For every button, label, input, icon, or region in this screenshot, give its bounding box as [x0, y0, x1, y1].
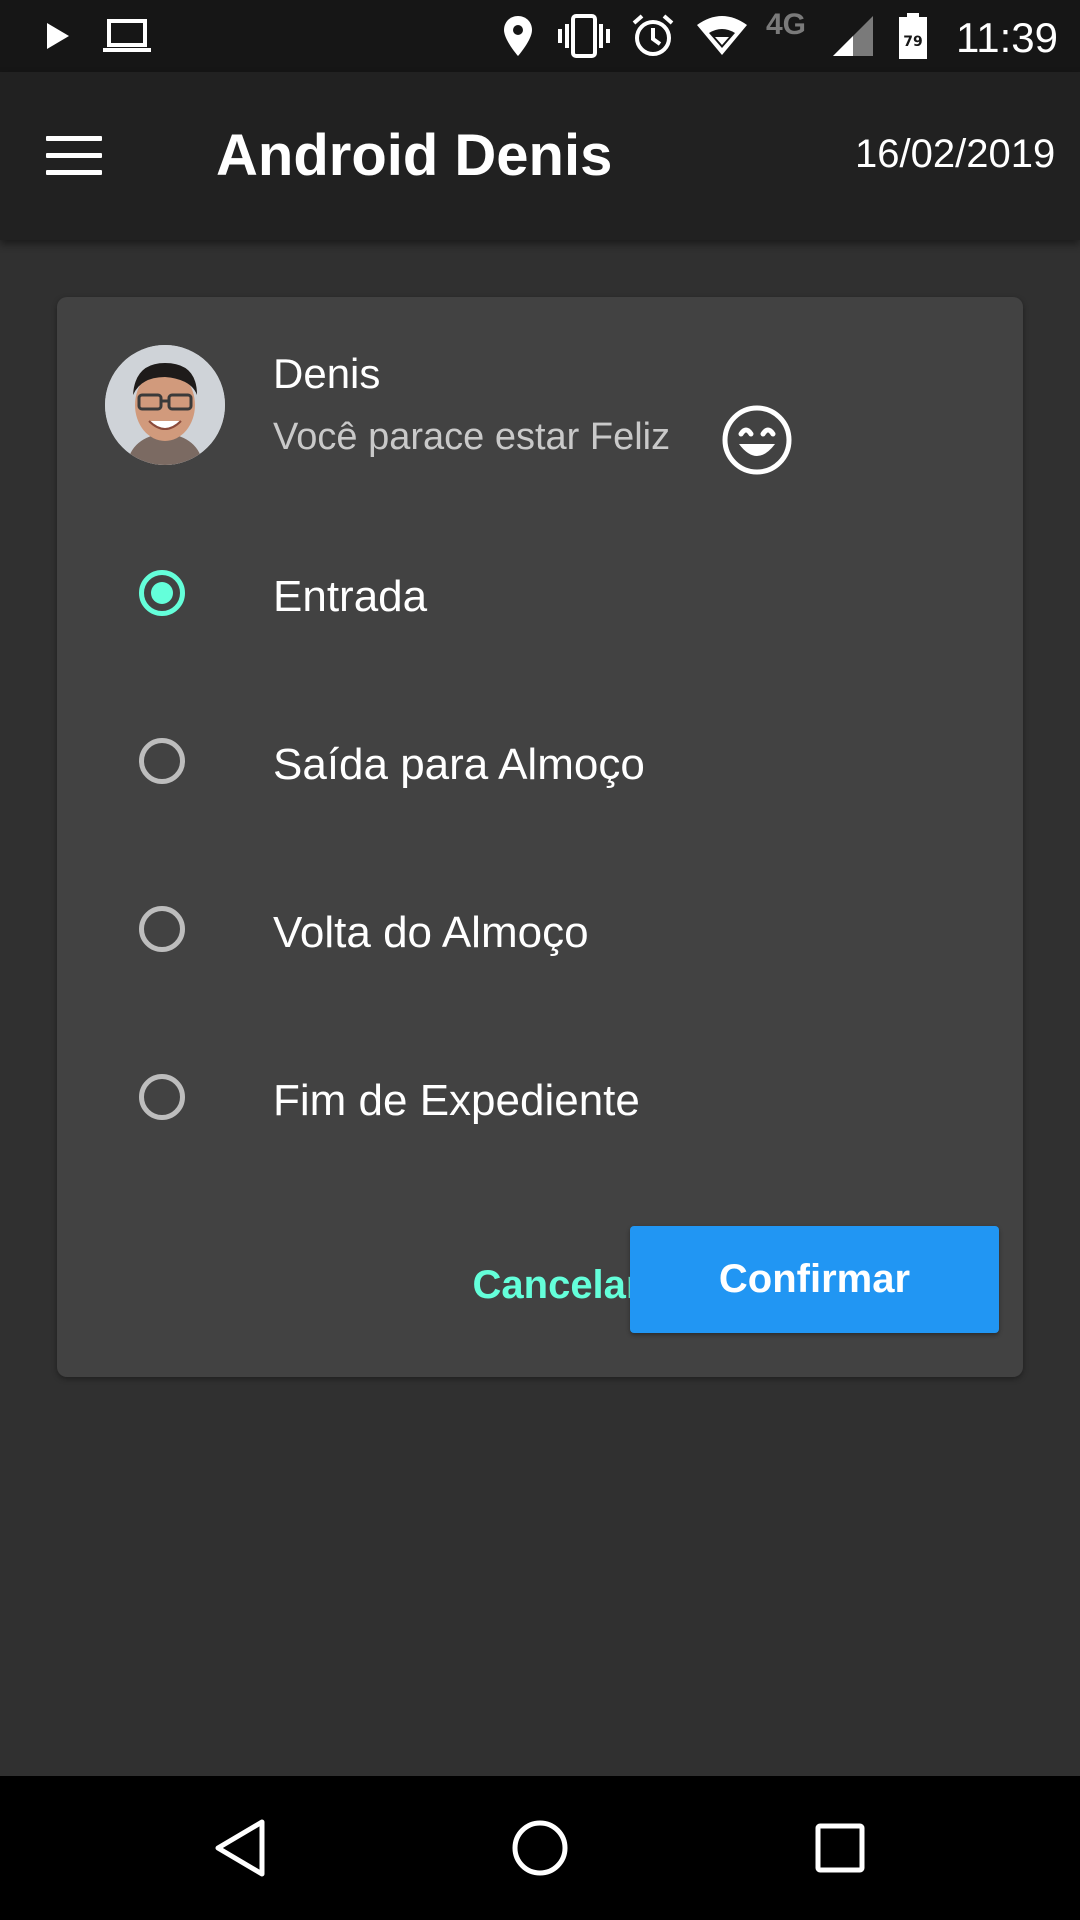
battery-icon: 79	[896, 0, 930, 72]
alarm-icon	[628, 0, 678, 72]
vibrate-icon	[556, 0, 612, 72]
radio-button[interactable]	[139, 906, 185, 952]
radio-button[interactable]	[139, 738, 185, 784]
option-label: Fim de Expediente	[273, 1076, 640, 1125]
app-title: Android Denis	[216, 123, 613, 188]
radio-button-checked[interactable]	[139, 570, 185, 616]
menu-icon[interactable]	[46, 134, 102, 178]
clock: 11:39	[956, 14, 1058, 61]
app-bar: Android Denis 16/02/2019	[0, 72, 1080, 240]
wifi-icon	[694, 0, 750, 72]
user-name: Denis	[273, 350, 381, 397]
option-volta-almoco[interactable]: Volta do Almoço	[57, 873, 1023, 993]
home-icon[interactable]	[490, 1798, 590, 1898]
play-icon	[40, 0, 76, 72]
option-label: Volta do Almoço	[273, 908, 589, 957]
smile-icon	[721, 404, 793, 476]
network-type: 4G	[766, 8, 807, 41]
signal-icon	[830, 0, 876, 72]
confirm-button[interactable]: Confirmar	[630, 1226, 999, 1333]
back-icon[interactable]	[190, 1798, 290, 1898]
radio-button[interactable]	[139, 1074, 185, 1120]
navigation-bar	[0, 1776, 1080, 1920]
option-fim-expediente[interactable]: Fim de Expediente	[57, 1041, 1023, 1161]
laptop-icon	[100, 0, 154, 72]
check-in-card: Denis Você parace estar Feliz Entrada Sa…	[57, 297, 1023, 1377]
option-saida-almoco[interactable]: Saída para Almoço	[57, 705, 1023, 825]
date-label: 16/02/2019	[855, 132, 1056, 176]
option-label: Saída para Almoço	[273, 740, 645, 789]
status-bar: 4G 79 11:39	[0, 0, 1080, 72]
option-label: Entrada	[273, 572, 428, 621]
recents-icon[interactable]	[790, 1798, 890, 1898]
avatar	[105, 345, 225, 465]
location-icon	[498, 0, 538, 72]
mood-status: Você parace estar Feliz	[273, 416, 671, 458]
option-entrada[interactable]: Entrada	[57, 537, 1023, 657]
battery-level: 79	[903, 34, 922, 50]
